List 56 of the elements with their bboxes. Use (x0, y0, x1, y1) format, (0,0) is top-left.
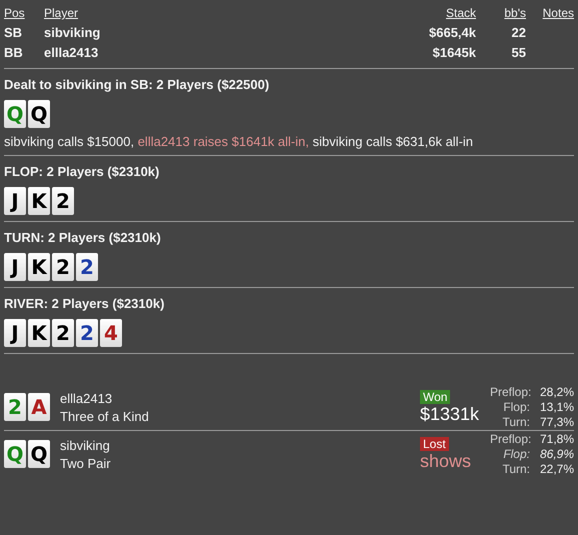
playing-card: Q (28, 440, 50, 468)
column-header[interactable]: Pos (4, 6, 44, 20)
playing-card: 2 (52, 187, 74, 215)
playing-card: 2 (76, 253, 98, 281)
street-title: FLOP: 2 Players ($2310k) (4, 164, 160, 179)
equity-label: Preflop: (490, 384, 532, 400)
player-name: ellla2413 (44, 44, 100, 60)
playing-card: Q (4, 100, 26, 128)
player-name: sibviking (44, 24, 102, 40)
playing-card: 2 (52, 319, 74, 347)
stack-cell-text: $1645k (432, 44, 476, 60)
playing-card: 4 (100, 319, 122, 347)
outcome-badge: Lost (420, 436, 449, 450)
equity-value: 86,9% (538, 446, 574, 462)
equity-value: 28,2% (538, 384, 574, 400)
street-title: Dealt to sibviking in SB: 2 Players ($22500) (4, 77, 270, 92)
result-amount: shows (420, 450, 472, 472)
bb-cell-text: 22 (510, 24, 526, 40)
outcome-badge: Won (420, 390, 450, 404)
equity-label: Flop: (503, 446, 530, 462)
playing-card: J (4, 253, 26, 281)
column-header[interactable]: Notes (526, 6, 574, 20)
playing-card: K (28, 187, 50, 215)
equity-label: Preflop: (490, 432, 532, 446)
player-name: ellla2413 (60, 390, 114, 406)
equity-value: 13,1% (538, 400, 574, 414)
player-name: sibviking (60, 438, 111, 452)
stack-cell-text: $665,4k (428, 24, 476, 40)
street-title: RIVER: 2 Players ($2310k) (4, 296, 166, 311)
playing-card: J (4, 319, 26, 347)
hand-rank: Three of a Kind (60, 408, 150, 424)
position-cell-text: SB (4, 24, 24, 40)
playing-card: A (28, 393, 50, 421)
playing-card: J (4, 187, 26, 215)
bb-cell-text: 55 (510, 44, 526, 60)
column-header[interactable]: Player (44, 6, 376, 20)
equity-label: Flop: (503, 400, 530, 414)
equity-value: 77,3% (538, 414, 574, 430)
playing-card: Q (28, 100, 50, 128)
position-cell-text: BB (4, 44, 24, 60)
result-amount: $1331k (420, 404, 480, 424)
equity-value: 22,7% (538, 462, 574, 476)
equity-label: Turn: (502, 414, 530, 430)
street-title: TURN: 2 Players ($2310k) (4, 230, 162, 245)
equity-label: Turn: (502, 462, 530, 476)
playing-card: K (28, 319, 50, 347)
equity-value: 71,8% (538, 432, 574, 446)
column-header[interactable]: bb's (476, 6, 526, 20)
playing-card: 2 (4, 393, 26, 421)
playing-card: Q (4, 440, 26, 468)
column-header[interactable]: Stack (376, 6, 476, 20)
playing-card: 2 (52, 253, 74, 281)
hand-rank: Two Pair (60, 456, 112, 470)
playing-card: K (28, 253, 50, 281)
action-line: sibviking calls $15000, ellla2413 raises $1641k all-in, sibviking calls $631,6k all-in (4, 134, 474, 149)
playing-card: 2 (76, 319, 98, 347)
